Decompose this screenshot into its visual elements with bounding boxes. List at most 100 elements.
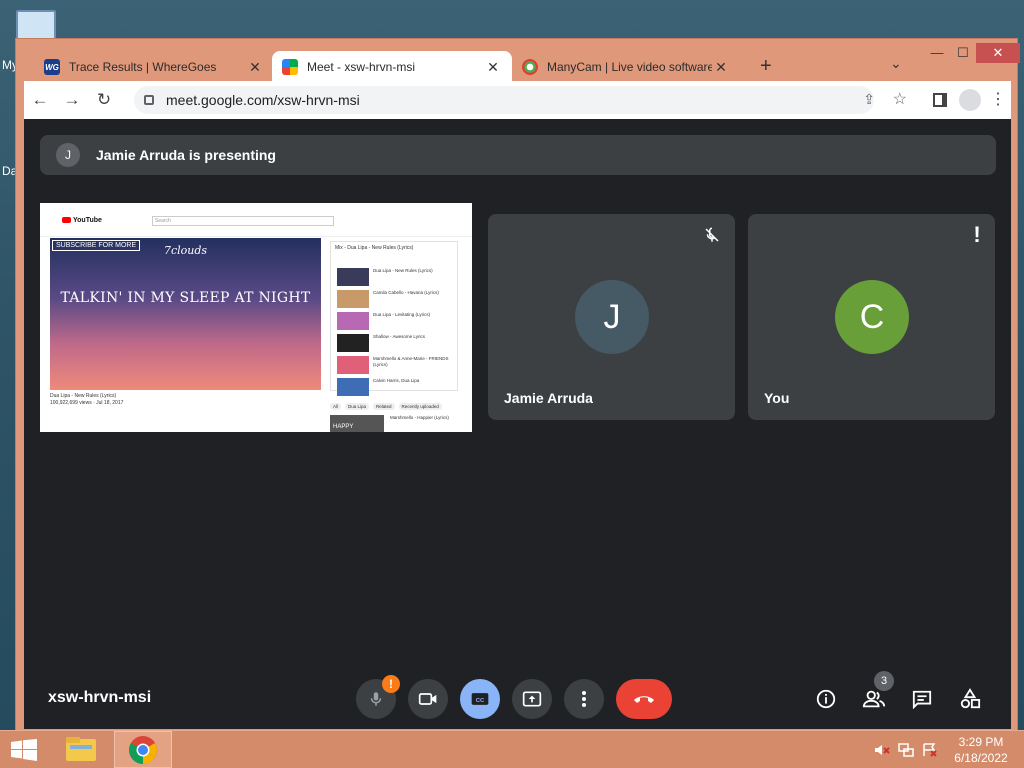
participant-name: Jamie Arruda <box>504 390 593 406</box>
alert-icon[interactable]: ! <box>967 224 987 246</box>
address-bar[interactable]: meet.google.com/xsw-hrvn-msi <box>134 86 874 114</box>
present-screen-icon <box>522 691 542 707</box>
shared-screen[interactable]: YouTube Search SUBSCRIBE FOR MORE 7cloud… <box>40 203 472 432</box>
browser-toolbar: ← → ↻ meet.google.com/xsw-hrvn-msi ⇪ ☆ ⋮ <box>24 81 1011 119</box>
chip: Recently uploaded <box>398 403 442 410</box>
playlist-item-title: Camila Cabello - Havana (Lyrics) <box>373 290 439 295</box>
participant-tile-you[interactable]: ! C You <box>748 214 995 420</box>
playlist-thumbnail <box>337 334 369 352</box>
browser-window: WG Trace Results | WhereGoes ✕ Meet - xs… <box>15 38 1020 735</box>
side-panel-icon[interactable] <box>933 93 947 107</box>
tab-meet[interactable]: Meet - xsw-hrvn-msi ✕ <box>272 51 512 83</box>
activities-button[interactable] <box>956 685 984 713</box>
playlist-thumbnail <box>337 378 369 396</box>
playlist-item: Marshmello & Anne-Marie - FRIENDS (Lyric… <box>331 354 457 376</box>
playlist-item: Camila Cabello - Havana (Lyrics) <box>331 288 457 310</box>
playlist-item: Dua Lipa - New Rules (Lyrics) <box>331 266 457 288</box>
participant-tile-jamie[interactable]: J Jamie Arruda <box>488 214 735 420</box>
new-tab-button[interactable]: + <box>760 55 772 78</box>
chip: All <box>330 403 342 410</box>
video-title: Dua Lipa - New Rules (Lyrics) <box>50 393 117 399</box>
tab-search-button[interactable]: ⌄ <box>890 55 902 72</box>
close-tab-icon[interactable]: ✕ <box>246 59 264 76</box>
playlist-item-title: Dua Lipa - New Rules (Lyrics) <box>373 268 433 273</box>
windows-start-icon[interactable] <box>10 739 38 761</box>
forward-button[interactable]: → <box>56 90 88 110</box>
close-window-button[interactable]: ✕ <box>976 43 1020 63</box>
reload-button[interactable]: ↻ <box>88 90 120 110</box>
present-screen-button[interactable] <box>512 679 552 719</box>
camera-icon <box>418 693 437 705</box>
chrome-icon <box>129 735 157 764</box>
presenting-banner: J Jamie Arruda is presenting <box>40 135 996 175</box>
close-tab-icon[interactable]: ✕ <box>484 59 502 76</box>
chip: Related <box>373 403 395 410</box>
activities-icon <box>960 688 981 709</box>
next-video-title: Marshmello - Happier (Lyrics) <box>390 415 449 420</box>
url-text: meet.google.com/xsw-hrvn-msi <box>166 92 360 108</box>
playlist-title: Mix - Dua Lipa - New Rules (Lyrics) <box>335 245 414 251</box>
wheregoes-icon: WG <box>44 59 60 75</box>
playlist-item-title: Marshmello & Anne-Marie - FRIENDS (Lyric… <box>373 356 449 367</box>
captions-icon: CC <box>471 693 489 705</box>
playlist-item: Shallow - Awesome Lyrics <box>331 332 457 354</box>
mic-warning-badge[interactable]: ! <box>382 675 400 693</box>
leave-call-button[interactable] <box>616 679 672 719</box>
computer-desktop-icon[interactable] <box>16 10 56 40</box>
tab-wheregoes[interactable]: WG Trace Results | WhereGoes ✕ <box>34 51 274 83</box>
maximize-button[interactable]: ☐ <box>950 43 976 63</box>
svg-text:CC: CC <box>476 698 485 704</box>
playlist-thumbnail <box>337 312 369 330</box>
playlist-thumbnail <box>337 268 369 286</box>
minimize-button[interactable]: — <box>924 43 950 63</box>
video-caption: Dua Lipa - New Rules (Lyrics) 100,922,69… <box>50 393 320 407</box>
back-button[interactable]: ← <box>24 90 56 110</box>
camera-button[interactable] <box>408 679 448 719</box>
clock-time[interactable]: 3:29 PM <box>956 735 1006 749</box>
more-vert-icon <box>582 691 586 707</box>
playlist-thumbnail <box>337 356 369 374</box>
meet-stage: J Jamie Arruda is presenting YouTube Sea… <box>24 119 1011 729</box>
meeting-details-button[interactable] <box>812 685 840 713</box>
share-icon[interactable]: ⇪ <box>863 91 875 108</box>
info-icon <box>816 689 836 709</box>
presenter-avatar: J <box>56 143 80 167</box>
next-video-thumb: HAPPY <box>330 415 384 432</box>
action-center-icon[interactable] <box>922 743 938 757</box>
browser-menu-icon[interactable]: ⋮ <box>989 89 1007 109</box>
chip: Dua Lipa <box>345 403 370 410</box>
playlist-item: Dua Lipa - Levitating (Lyrics) <box>331 310 457 332</box>
close-tab-icon[interactable]: ✕ <box>712 59 730 76</box>
chat-button[interactable] <box>908 685 936 713</box>
volume-muted-icon[interactable] <box>874 743 890 757</box>
taskbar: 3:29 PM 6/18/2022 <box>0 730 1024 768</box>
tab-title: ManyCam | Live video software & <box>547 60 712 74</box>
youtube-video: SUBSCRIBE FOR MORE 7clouds TALKIN' IN MY… <box>50 238 321 390</box>
microphone-icon <box>370 692 382 706</box>
network-icon[interactable] <box>898 743 914 757</box>
participant-avatar: C <box>835 280 909 354</box>
profile-avatar[interactable] <box>959 89 981 111</box>
youtube-playlist: Mix - Dua Lipa - New Rules (Lyrics) Dua … <box>330 241 458 396</box>
captions-button[interactable]: CC <box>460 679 500 719</box>
subscribe-overlay: SUBSCRIBE FOR MORE <box>52 240 141 251</box>
youtube-logo: YouTube <box>62 217 102 224</box>
participant-name: You <box>764 390 790 406</box>
clock-date[interactable]: 6/18/2022 <box>952 751 1010 765</box>
lyric-text: TALKIN' IN MY SLEEP AT NIGHT <box>60 290 311 306</box>
people-icon <box>862 690 886 708</box>
presenting-text: Jamie Arruda is presenting <box>96 147 276 163</box>
chrome-taskbar-button[interactable] <box>114 731 172 768</box>
youtube-search: Search <box>152 216 334 226</box>
lock-icon[interactable] <box>144 95 154 105</box>
chat-icon <box>912 690 932 709</box>
file-explorer-icon[interactable] <box>62 733 102 767</box>
more-options-button[interactable] <box>564 679 604 719</box>
mic-off-icon <box>705 227 719 242</box>
tab-strip: WG Trace Results | WhereGoes ✕ Meet - xs… <box>24 43 1020 83</box>
playlist-item: Calvin Harris, Dua Lipa <box>331 376 457 398</box>
bookmark-star-icon[interactable]: ☆ <box>893 89 907 109</box>
system-tray <box>874 743 938 757</box>
tab-manycam[interactable]: ManyCam | Live video software & ✕ <box>512 51 740 83</box>
playlist-item-title: Shallow - Awesome Lyrics <box>373 334 426 339</box>
